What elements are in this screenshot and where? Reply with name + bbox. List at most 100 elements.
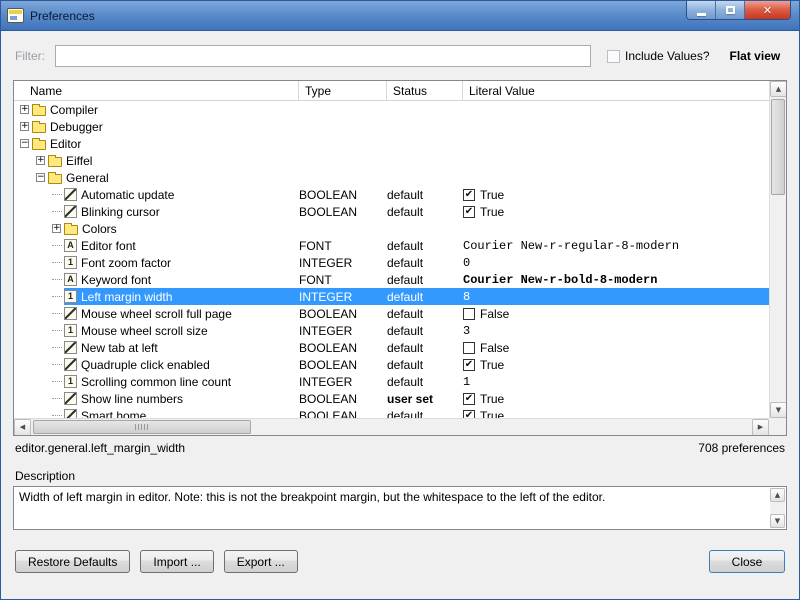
flat-view-toggle[interactable]: Flat view <box>730 49 781 63</box>
tree-row[interactable]: 1Left margin widthINTEGERdefault8 <box>14 288 769 305</box>
tree-row[interactable]: +Debugger <box>14 118 769 135</box>
description-scroll-up-button[interactable]: ▲ <box>770 488 785 502</box>
checked-checkbox-icon[interactable]: ✔ <box>463 359 475 371</box>
preferences-window: Preferences ✕ Filter: Include Values? Fl… <box>0 0 800 600</box>
preference-value: ✔ True <box>463 186 769 203</box>
tree-row[interactable]: Smart homeBOOLEANdefault✔True <box>14 407 769 418</box>
preference-name: Colors <box>82 222 117 236</box>
minimize-button[interactable] <box>687 1 716 19</box>
export-button[interactable]: Export ... <box>224 550 298 573</box>
checked-checkbox-icon[interactable]: ✔ <box>463 189 475 201</box>
preference-status: default <box>387 305 463 322</box>
tree-row[interactable]: Quadruple click enabledBOOLEANdefault✔Tr… <box>14 356 769 373</box>
description-scrollbar[interactable]: ▲ ▼ <box>770 488 785 528</box>
scroll-grip-icon <box>135 424 149 430</box>
boolean-value-label: True <box>480 188 504 202</box>
preference-status: default <box>387 339 463 356</box>
checked-checkbox-icon[interactable]: ✔ <box>463 206 475 218</box>
preference-value: Courier New-r-bold-8-modern <box>463 271 769 288</box>
column-header-name[interactable]: Name <box>14 81 299 100</box>
preference-value <box>463 220 769 237</box>
unchecked-checkbox-icon[interactable] <box>463 308 475 320</box>
preference-type <box>299 152 387 169</box>
tree-row[interactable]: −Editor <box>14 135 769 152</box>
filter-row: Filter: Include Values? Flat view <box>15 44 785 68</box>
expand-toggle-icon[interactable]: + <box>20 105 29 114</box>
checked-checkbox-icon[interactable]: ✔ <box>463 410 475 419</box>
close-button[interactable]: ✕ <box>745 1 790 19</box>
folder-icon <box>64 225 78 235</box>
column-header-type[interactable]: Type <box>299 81 387 100</box>
tree-horizontal-scrollbar[interactable]: ◀ ▶ <box>14 418 769 435</box>
scroll-left-button[interactable]: ◀ <box>14 419 31 436</box>
include-values-checkbox[interactable]: Include Values? <box>607 49 710 63</box>
preference-type <box>299 101 387 118</box>
description-scroll-down-button[interactable]: ▼ <box>770 514 785 528</box>
checkbox-icon[interactable] <box>607 50 620 63</box>
close-dialog-button[interactable]: Close <box>709 550 785 573</box>
restore-defaults-button[interactable]: Restore Defaults <box>15 550 130 573</box>
tree-row[interactable]: New tab at leftBOOLEANdefaultFalse <box>14 339 769 356</box>
tree-row[interactable]: Mouse wheel scroll full pageBOOLEANdefau… <box>14 305 769 322</box>
tree-row[interactable]: − General <box>14 169 769 186</box>
vertical-scroll-thumb[interactable] <box>771 99 785 195</box>
integer-pref-icon: 1 <box>64 256 77 269</box>
tree-row[interactable]: Automatic updateBOOLEANdefault✔True <box>14 186 769 203</box>
down-arrow-icon: ▼ <box>776 407 781 414</box>
maximize-button[interactable] <box>716 1 745 19</box>
preference-name: Mouse wheel scroll full page <box>81 307 232 321</box>
preference-value <box>463 152 769 169</box>
preference-type: INTEGER <box>299 373 387 390</box>
expand-toggle-icon[interactable]: + <box>52 224 61 233</box>
preference-value: ✔True <box>463 203 769 220</box>
folder-icon <box>32 106 46 116</box>
scroll-right-button[interactable]: ▶ <box>752 419 769 436</box>
titlebar[interactable]: Preferences ✕ <box>1 1 799 31</box>
tree-row[interactable]: 1Font zoom factorINTEGERdefault0 <box>14 254 769 271</box>
vertical-scroll-track[interactable] <box>770 97 786 402</box>
preference-type: BOOLEAN <box>299 339 387 356</box>
tree-row[interactable]: 1Scrolling common line countINTEGERdefau… <box>14 373 769 390</box>
integer-pref-icon: 1 <box>64 290 77 303</box>
literal-value-text: 3 <box>463 324 470 338</box>
collapse-toggle-icon[interactable]: − <box>36 173 45 182</box>
preference-status <box>387 152 463 169</box>
tree-row[interactable]: + Colors <box>14 220 769 237</box>
preference-name: General <box>66 171 109 185</box>
tree-row[interactable]: AEditor fontFONTdefaultCourier New-r-reg… <box>14 237 769 254</box>
preference-name: Automatic update <box>81 188 174 202</box>
tree-row[interactable]: AKeyword fontFONTdefaultCourier New-r-bo… <box>14 271 769 288</box>
description-text: Width of left margin in editor. Note: th… <box>19 490 605 504</box>
preference-name: Keyword font <box>81 273 151 287</box>
preference-status <box>387 101 463 118</box>
preference-value: ✔True <box>463 407 769 418</box>
tree-row[interactable]: Blinking cursorBOOLEANdefault✔True <box>14 203 769 220</box>
scroll-down-button[interactable]: ▼ <box>770 402 787 418</box>
horizontal-scroll-thumb[interactable] <box>33 420 251 434</box>
filter-input[interactable] <box>55 45 591 67</box>
collapse-toggle-icon[interactable]: − <box>20 139 29 148</box>
horizontal-scroll-track[interactable] <box>31 419 752 435</box>
description-box[interactable]: Width of left margin in editor. Note: th… <box>13 486 787 530</box>
tree-connector-line <box>52 347 62 348</box>
tree-row[interactable]: +Compiler <box>14 101 769 118</box>
tree-row[interactable]: Show line numbersBOOLEANuser set✔True <box>14 390 769 407</box>
tree-row[interactable]: 1Mouse wheel scroll sizeINTEGERdefault3 <box>14 322 769 339</box>
tree-connector-line <box>52 279 62 280</box>
expand-toggle-icon[interactable]: + <box>20 122 29 131</box>
tree-row[interactable]: +Eiffel <box>14 152 769 169</box>
boolean-pref-icon <box>64 205 77 218</box>
import-button[interactable]: Import ... <box>140 550 213 573</box>
preference-name: Left margin width <box>81 290 172 304</box>
checked-checkbox-icon[interactable]: ✔ <box>463 393 475 405</box>
maximize-icon <box>726 6 735 14</box>
literal-value-text: Courier New-r-regular-8-modern <box>463 239 679 253</box>
scroll-up-button[interactable]: ▲ <box>770 81 787 97</box>
column-header-literal-value[interactable]: Literal Value <box>463 81 769 100</box>
expand-toggle-icon[interactable]: + <box>36 156 45 165</box>
literal-value-text: 0 <box>463 256 470 270</box>
unchecked-checkbox-icon[interactable] <box>463 342 475 354</box>
preference-type: FONT <box>299 237 387 254</box>
column-header-status[interactable]: Status <box>387 81 463 100</box>
tree-vertical-scrollbar[interactable]: ▲ ▼ <box>769 81 786 418</box>
